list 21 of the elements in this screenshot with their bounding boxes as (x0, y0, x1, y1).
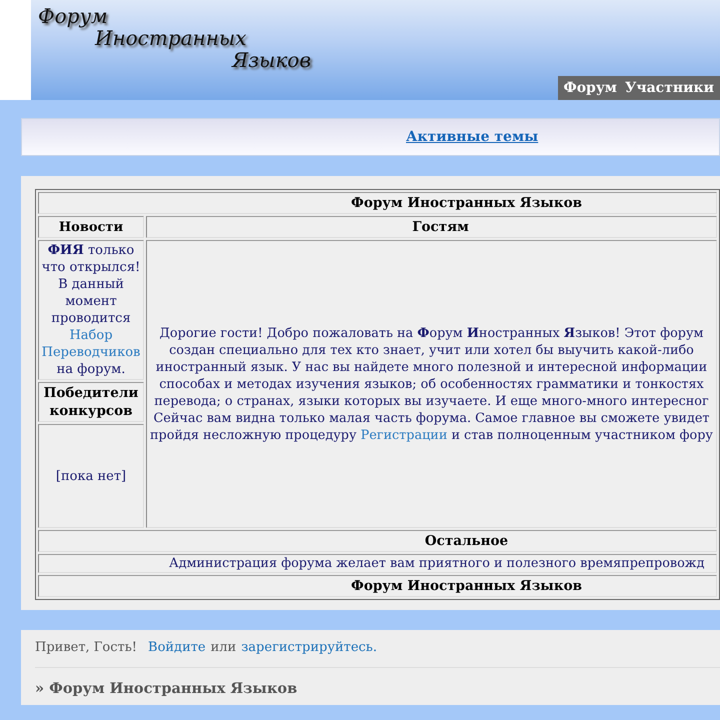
winners-header: Победители конкурсов (38, 382, 144, 422)
recruitment-link[interactable]: Набор Переводчиков (39, 327, 143, 361)
table-title: Форум Иностранных Языков (38, 192, 717, 214)
nav-link[interactable]: Форум (563, 80, 617, 96)
news-text: ФИЯ только что открылся! В данный момент проводится Набор Переводчиков на форум. (38, 240, 144, 380)
table-footer-title: Форум Иностранных Языков (38, 575, 717, 597)
welcome-text: Дорогие гости! Добро пожаловать на Форум Иностранных Языков! Этот форум создан специально для тех кто знает, учит или хотел бы выучить какой-либо иностранный язык. У нас вы найдете много полезной и интересной информации способах и методах изучения языков; об особенностях грамматики и тонкостях перевода; о странах, языки которых вы изучаете. И еще много-много интересног Сейчас вам видна только малая часть форума. Самое главное вы сможете увидет пройдя несложную процедуру Регистрации и став полноценным участником фору (146, 240, 717, 528)
register-link[interactable]: зарегистрируйтесь. (241, 640, 378, 655)
active-topics-link[interactable]: Активные темы (406, 129, 538, 145)
breadcrumb: » Форум Иностранных Языков (35, 679, 298, 697)
or-text: или (210, 640, 236, 655)
winners-text: [пока нет] (38, 424, 144, 528)
section-header: Остальное (38, 530, 717, 552)
registration-link[interactable]: Регистрации (360, 428, 448, 442)
admin-message: Администрация форума желает вам приятного и полезного времяпрепровожд (38, 554, 717, 573)
column-header: Новости (38, 216, 144, 238)
greeting-text: Привет, Гость! (35, 640, 138, 655)
nav-link[interactable]: Участники (624, 80, 714, 96)
login-link[interactable]: Войдите (148, 640, 206, 655)
column-header: Гостям (146, 216, 717, 238)
forum-logo[interactable]: Форум Иностранных Языков (38, 5, 328, 71)
